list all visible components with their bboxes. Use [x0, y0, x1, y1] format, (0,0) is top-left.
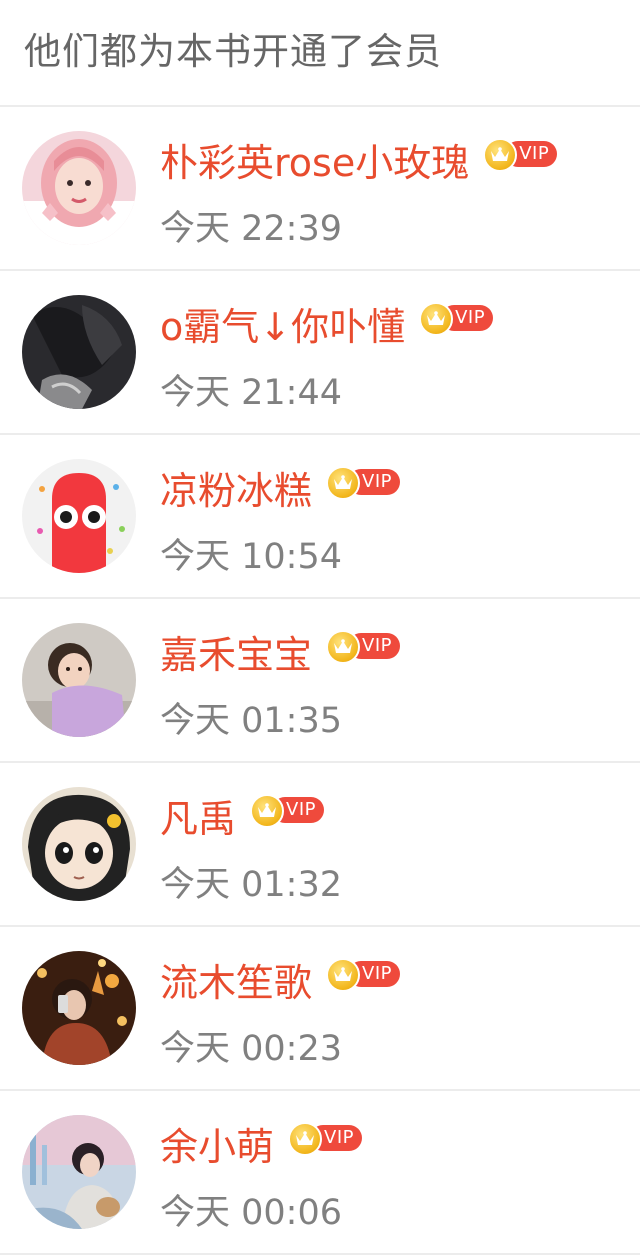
user-name[interactable]: 朴彩英rose小玫瑰 [160, 135, 469, 191]
user-name[interactable]: 凉粉冰糕 [160, 463, 312, 519]
vip-badge: VIP [326, 466, 401, 502]
vip-badge: VIP [326, 958, 401, 994]
user-name[interactable]: 余小萌 [160, 1119, 274, 1175]
avatar[interactable] [22, 623, 136, 737]
list-item[interactable]: 凉粉冰糕 VIP 今天 10:54 [0, 435, 640, 599]
crown-icon [326, 466, 361, 500]
timestamp: 今天 00:23 [160, 1029, 342, 1069]
crown-icon [419, 302, 454, 336]
toddler-avatar-icon [22, 623, 136, 737]
crown-icon [250, 794, 285, 828]
timestamp: 今天 01:35 [160, 701, 342, 741]
avatar[interactable] [22, 787, 136, 901]
dark-figure-avatar-icon [22, 295, 136, 409]
user-name[interactable]: o霸气↓你卟懂 [160, 299, 405, 355]
vip-badge: VIP [250, 794, 325, 830]
avatar[interactable] [22, 295, 136, 409]
crown-icon [483, 138, 518, 172]
crown-icon [326, 630, 361, 664]
dreamy-girl-avatar-icon [22, 1115, 136, 1229]
list-item[interactable]: 嘉禾宝宝 VIP 今天 01:35 [0, 599, 640, 763]
timestamp: 今天 10:54 [160, 537, 342, 577]
timestamp: 今天 22:39 [160, 209, 342, 249]
vip-badge: VIP [419, 302, 494, 338]
vip-badge: VIP [288, 1122, 363, 1158]
timestamp: 今天 01:32 [160, 865, 342, 905]
list-item[interactable]: o霸气↓你卟懂 VIP 今天 21:44 [0, 271, 640, 435]
crown-icon [326, 958, 361, 992]
red-cartoon-avatar-icon [22, 459, 136, 573]
vip-badge: VIP [483, 138, 558, 174]
list-item[interactable]: 流木笙歌 VIP 今天 00:23 [0, 927, 640, 1091]
list-item[interactable]: 余小萌 VIP 今天 00:06 [0, 1091, 640, 1255]
user-name[interactable]: 流木笙歌 [160, 955, 312, 1011]
timestamp: 今天 00:06 [160, 1193, 342, 1233]
anime-girl-avatar-icon [22, 787, 136, 901]
page-header: 他们都为本书开通了会员 [0, 0, 640, 107]
avatar[interactable] [22, 1115, 136, 1229]
crown-icon [288, 1122, 323, 1156]
list-item[interactable]: 朴彩英rose小玫瑰 VIP 今天 22:39 [0, 107, 640, 271]
page-title: 他们都为本书开通了会员 [24, 29, 442, 73]
vip-badge: VIP [326, 630, 401, 666]
timestamp: 今天 21:44 [160, 373, 342, 413]
phone-girl-avatar-icon [22, 951, 136, 1065]
list-item[interactable]: 凡禹 VIP 今天 01:32 [0, 763, 640, 927]
pink-hair-girl-avatar-icon [22, 131, 136, 245]
user-name[interactable]: 嘉禾宝宝 [160, 627, 312, 683]
avatar[interactable] [22, 131, 136, 245]
member-list: 朴彩英rose小玫瑰 VIP 今天 22:39 o霸气↓你卟懂 VIP 今天 2… [0, 107, 640, 1255]
avatar[interactable] [22, 459, 136, 573]
avatar[interactable] [22, 951, 136, 1065]
user-name[interactable]: 凡禹 [160, 791, 236, 847]
